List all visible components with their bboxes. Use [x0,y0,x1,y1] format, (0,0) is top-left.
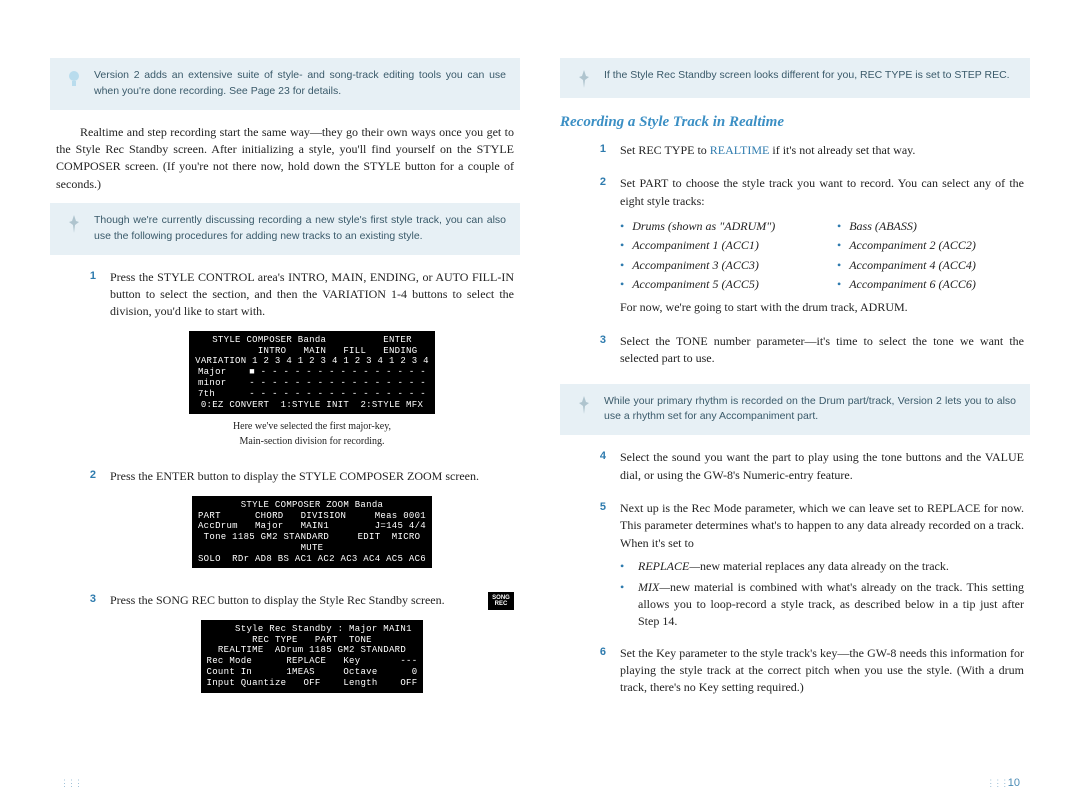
step-number: 4 [566,449,606,490]
step-text: Set the Key parameter to the style track… [620,645,1024,697]
right-steps: 1 Set REC TYPE to REALTIME if it's not a… [560,142,1030,374]
step-text: Set PART to choose the style track you w… [620,175,1024,210]
tip-text: While your primary rhythm is recorded on… [604,394,1016,426]
bullet-icon: • [837,218,841,235]
lightbulb-icon [64,68,84,90]
pin-icon [64,213,84,233]
step-2: 2 Press the ENTER button to display the … [56,468,514,582]
step-text: Set REC TYPE to REALTIME if it's not alr… [620,142,1024,159]
step-number: 6 [566,645,606,703]
step-1: 1 Press the STYLE CONTROL area's INTRO, … [56,269,514,459]
step-text: Next up is the Rec Mode parameter, which… [620,500,1024,552]
lcd-caption-line2: Main-section division for recording. [110,435,514,448]
realtime-link[interactable]: REALTIME [710,143,770,157]
rec-mode-options: •REPLACE—new material replaces any data … [620,558,1024,631]
step-text: For now, we're going to start with the d… [620,299,1024,316]
step-text: Press the SONG REC button to display the… [110,592,514,609]
tip-box-rectype: If the Style Rec Standby screen looks di… [560,58,1030,98]
tip-text: Version 2 adds an extensive suite of sty… [94,68,506,100]
pin-icon [574,394,594,414]
track-options: •Drums (shown as "ADRUM") •Accompaniment… [620,216,1024,296]
lcd-caption-line1: Here we've selected the first major-key, [110,420,514,433]
bullet-icon: • [620,257,624,274]
step-number: 2 [566,175,606,323]
r-step-6: 6 Set the Key parameter to the style tra… [566,645,1024,703]
song-rec-button-icon: SONG REC [488,592,514,610]
step-number: 5 [566,500,606,635]
step-3: 3 SONG REC Press the SONG REC button to … [56,592,514,706]
mix-label: MIX— [638,580,670,594]
left-steps: 1 Press the STYLE CONTROL area's INTRO, … [50,269,520,707]
replace-label: REPLACE— [638,559,700,573]
tip-box-rhythmset: While your primary rhythm is recorded on… [560,384,1030,436]
bullet-icon: • [620,558,630,575]
bullet-icon: • [620,237,624,254]
bullet-icon: • [837,276,841,293]
lcd-style-composer: STYLE COMPOSER Banda ENTER INTRO MAIN FI… [189,331,435,415]
step-number: 3 [56,592,96,706]
pin-icon [574,68,594,88]
step-number: 1 [566,142,606,165]
r-step-2: 2 Set PART to choose the style track you… [566,175,1024,323]
bullet-icon: • [620,276,624,293]
right-steps-cont: 4 Select the sound you want the part to … [560,449,1030,703]
step-number: 1 [56,269,96,459]
step-number: 2 [56,468,96,582]
step-text: Select the TONE number parameter—it's ti… [620,333,1024,368]
r-step-1: 1 Set REC TYPE to REALTIME if it's not a… [566,142,1024,165]
step-text: Select the sound you want the part to pl… [620,449,1024,484]
page-number: 10 [986,776,1020,792]
step-text: Press the STYLE CONTROL area's INTRO, MA… [110,269,514,321]
bullet-icon: • [837,257,841,274]
lcd-style-composer-zoom: STYLE COMPOSER ZOOM Banda PART CHORD DIV… [192,496,432,569]
step-number: 3 [566,333,606,374]
step-text: Press the ENTER button to display the ST… [110,468,514,485]
footer-dots-left [60,776,81,792]
bullet-icon: • [837,237,841,254]
bullet-icon: • [620,218,624,235]
tip-box-version2: Version 2 adds an extensive suite of sty… [50,58,520,110]
r-step-5: 5 Next up is the Rec Mode parameter, whi… [566,500,1024,635]
page-footer: 10 [0,776,1080,792]
section-heading: Recording a Style Track in Realtime [560,112,1030,134]
right-column: If the Style Rec Standby screen looks di… [560,50,1030,717]
bullet-icon: • [620,579,630,631]
lcd-style-rec-standby: Style Rec Standby : Major MAIN1 REC TYPE… [201,620,424,693]
r-step-4: 4 Select the sound you want the part to … [566,449,1024,490]
page: Version 2 adds an extensive suite of sty… [0,0,1080,737]
tip-text: Though we're currently discussing record… [94,213,506,245]
tip-text: If the Style Rec Standby screen looks di… [604,68,1010,84]
r-step-3: 3 Select the TONE number parameter—it's … [566,333,1024,374]
left-column: Version 2 adds an extensive suite of sty… [50,50,520,717]
intro-paragraph: Realtime and step recording start the sa… [50,124,520,194]
tip-box-existing-style: Though we're currently discussing record… [50,203,520,255]
